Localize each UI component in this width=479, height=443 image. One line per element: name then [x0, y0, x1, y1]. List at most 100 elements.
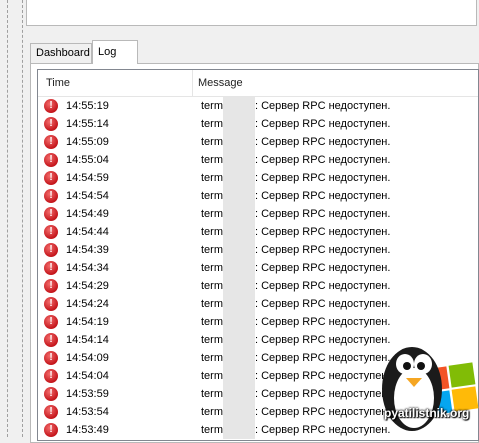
log-source: term [201, 172, 223, 184]
error-icon: ! [44, 153, 58, 167]
log-source: term [201, 406, 223, 418]
redacted-hostname [223, 277, 255, 295]
error-icon: ! [44, 333, 58, 347]
redacted-hostname [223, 115, 255, 133]
redacted-hostname [223, 205, 255, 223]
log-message: : Сервер RPC недоступен. [255, 172, 391, 184]
error-icon: ! [44, 171, 58, 185]
redacted-hostname [223, 223, 255, 241]
top-panel [26, 0, 477, 26]
log-source: term [201, 136, 223, 148]
error-icon: ! [44, 117, 58, 131]
error-icon: ! [44, 351, 58, 365]
log-message-cell: term: Сервер RPC недоступен. [201, 349, 390, 367]
log-message: : Сервер RPC недоступен. [255, 136, 391, 148]
tab-dashboard[interactable]: Dashboard [30, 43, 92, 63]
log-row[interactable]: ! 14:54:39 term: Сервер RPC недоступен. [38, 241, 478, 259]
redacted-hostname [223, 385, 255, 403]
log-row[interactable]: ! 14:55:09 term: Сервер RPC недоступен. [38, 133, 478, 151]
left-dashed-border [7, 0, 8, 437]
log-time: 14:53:59 [66, 388, 109, 400]
log-source: term [201, 370, 223, 382]
error-icon: ! [44, 405, 58, 419]
log-message: : Сервер RPC недоступен. [255, 244, 391, 256]
column-header-time[interactable]: Time [38, 70, 193, 96]
log-row[interactable]: ! 14:55:19 term: Сервер RPC недоступен. [38, 97, 478, 115]
log-row[interactable]: ! 14:54:49 term : Сервер RPC недоступен. [38, 205, 478, 223]
log-source: term [201, 190, 223, 202]
log-source: term [201, 334, 223, 346]
log-message: : Сервер RPC недоступен. [255, 298, 391, 310]
log-time: 14:55:14 [66, 118, 109, 130]
log-source: term [201, 262, 223, 274]
log-message: : Сервер RPC недоступен. [255, 190, 391, 202]
log-source: term [201, 316, 223, 328]
log-message: : Сервер RPC недоступен. [255, 424, 391, 436]
watermark-text: pyatilistnik.org [384, 406, 470, 420]
log-time: 14:54:09 [66, 352, 109, 364]
log-source: term [201, 208, 223, 220]
error-icon: ! [44, 261, 58, 275]
log-message: : Сервер RPC недоступен. [255, 388, 391, 400]
log-row[interactable]: ! 14:55:04 term: Сервер RPC недоступен. [38, 151, 478, 169]
penguin-logo [382, 347, 479, 431]
log-message: : Сервер RPC недоступен. [255, 208, 391, 220]
log-message-cell: term : Сервер RPC недоступен. [201, 187, 390, 205]
log-row[interactable]: ! 14:54:24 term: Сервер RPC недоступен. [38, 295, 478, 313]
redacted-hostname [223, 133, 255, 151]
redacted-hostname [223, 151, 255, 169]
log-message: : Сервер RPC недоступен. [255, 100, 391, 112]
log-row[interactable]: ! 14:54:34 term : Сервер RPC недоступен. [38, 259, 478, 277]
error-icon: ! [44, 189, 58, 203]
log-row[interactable]: ! 14:54:59 term : Сервер RPC недоступен. [38, 169, 478, 187]
log-row[interactable]: ! 14:54:29 term: Сервер RPC недоступен. [38, 277, 478, 295]
log-message-cell: term: Сервер RPC недоступен. [201, 223, 390, 241]
log-row[interactable]: ! 14:54:54 term: Сервер RPC недоступен. [38, 187, 478, 205]
log-message: : Сервер RPC недоступен. [255, 262, 391, 274]
log-source: term [201, 154, 223, 166]
log-message-cell: term : Сервер RPC недоступен. [201, 403, 390, 421]
redacted-hostname [223, 259, 255, 277]
log-message-cell: term: Сервер RPC недоступен. [201, 421, 390, 439]
column-header-message[interactable]: Message [192, 70, 243, 96]
redacted-hostname [223, 313, 255, 331]
redacted-hostname [223, 97, 255, 115]
log-source: term [201, 388, 223, 400]
error-icon: ! [44, 207, 58, 221]
log-message-cell: term: Сервер RPC недоступен. [201, 151, 390, 169]
log-time: 14:54:49 [66, 208, 109, 220]
log-time: 14:54:04 [66, 370, 109, 382]
log-time: 14:55:19 [66, 100, 109, 112]
log-source: term [201, 298, 223, 310]
log-message: : Сервер RPC недоступен. [255, 352, 391, 364]
log-source: term [201, 280, 223, 292]
log-time: 14:54:19 [66, 316, 109, 328]
error-icon: ! [44, 243, 58, 257]
log-time: 14:54:24 [66, 298, 109, 310]
error-icon: ! [44, 369, 58, 383]
log-time: 14:54:34 [66, 262, 109, 274]
log-message-cell: term : Сервер RPC недоступен. [201, 115, 390, 133]
log-time: 14:53:54 [66, 406, 109, 418]
redacted-hostname [223, 241, 255, 259]
log-message: : Сервер RPC недоступен. [255, 226, 391, 238]
error-icon: ! [44, 225, 58, 239]
log-source: term [201, 100, 223, 112]
error-icon: ! [44, 315, 58, 329]
log-row[interactable]: ! 14:54:19 term: Сервер RPC недоступен. [38, 313, 478, 331]
log-message: : Сервер RPC недоступен. [255, 118, 391, 130]
log-message-cell: term : Сервер RPC недоступен. [201, 133, 390, 151]
log-message: : Сервер RPC недоступен. [255, 406, 391, 418]
redacted-hostname [223, 421, 255, 439]
log-message-cell: term : Сервер RPC недоступен. [201, 259, 390, 277]
redacted-hostname [223, 331, 255, 349]
log-row[interactable]: ! 14:54:44 term: Сервер RPC недоступен. [38, 223, 478, 241]
tab-log[interactable]: Log [92, 40, 138, 64]
redacted-hostname [223, 187, 255, 205]
log-message-cell: term: Сервер RPC недоступен. [201, 313, 390, 331]
log-time: 14:54:59 [66, 172, 109, 184]
log-source: term [201, 118, 223, 130]
log-message-cell: term : Сервер RPC недоступен. [201, 169, 390, 187]
log-source: term [201, 244, 223, 256]
log-row[interactable]: ! 14:55:14 term : Сервер RPC недоступен. [38, 115, 478, 133]
